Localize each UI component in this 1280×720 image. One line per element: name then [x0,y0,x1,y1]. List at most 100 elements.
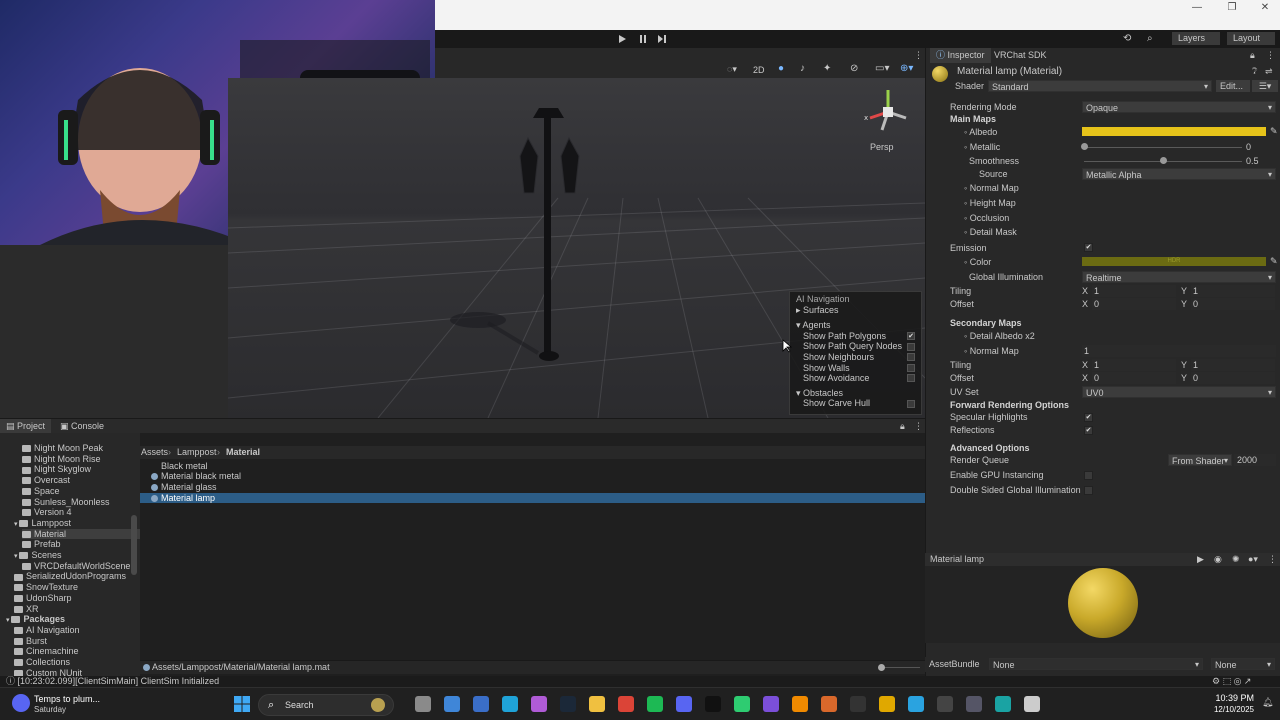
search-icon[interactable]: ⌕ [1147,33,1153,44]
orientation-gizmo[interactable]: x [860,84,916,140]
weather-title[interactable]: Temps to plum... [34,694,100,704]
tree-folder-item[interactable]: ▾ Scenes [14,550,140,561]
app-green-icon[interactable] [734,696,750,712]
tab-vrchat-sdk[interactable]: VRChat SDK [988,48,1053,63]
vrchat-icon[interactable] [966,696,982,712]
app-yellow-icon[interactable] [879,696,895,712]
taskbar-date[interactable]: 12/10/2025 [1200,705,1254,714]
visibility-icon[interactable]: ⊘ [850,63,858,74]
zoom-slider-track[interactable] [880,667,920,668]
windows-start-icon[interactable] [234,696,250,712]
perspective-label[interactable]: Persp [870,142,894,152]
smoothness-value[interactable]: 0.5 [1246,155,1259,167]
surfaces-section[interactable]: ▸ Surfaces [796,305,915,316]
layers-dropdown[interactable]: Layers [1172,32,1220,45]
discord-icon[interactable] [676,696,692,712]
show-avoidance-checkbox[interactable] [907,374,915,383]
breadcrumb-material[interactable]: Material [226,447,260,457]
spotify-icon[interactable] [647,696,663,712]
asset-list-item[interactable]: Material black metal [140,471,925,482]
tree-folder-item[interactable]: Night Skyglow [22,464,140,475]
tree-folder-item[interactable]: AI Navigation [14,625,140,636]
metallic-value[interactable]: 0 [1246,141,1251,153]
global-illumination-dropdown[interactable]: Realtime [1082,271,1276,284]
help-icon[interactable]: ❔︎ [1252,66,1257,77]
preview-light-icon[interactable]: ✺ [1232,554,1240,565]
preview-shape-icon[interactable]: ◉ [1214,554,1222,565]
tree-folder-item[interactable]: ▾ Lamppost [14,518,140,529]
app-teal-icon[interactable] [995,696,1011,712]
tiling-y-field[interactable]: 1 [1191,285,1275,297]
minimize-button[interactable]: — [1185,2,1209,14]
gamepad-icon[interactable] [473,696,489,712]
show-path-polygons-row[interactable]: Show Path Polygons ✔ [796,331,915,342]
unity-icon[interactable] [1024,696,1040,712]
shader-dropdown[interactable]: Standard [988,80,1212,93]
tree-folder-item[interactable]: Space [22,486,140,497]
project-lock-icon[interactable]: 🔒︎ [900,421,905,432]
secondary-normal-scale-field[interactable]: 1 [1082,345,1276,357]
asset-list-item[interactable]: Material glass [140,482,925,493]
assetbundle-variant-dropdown[interactable]: None [1211,658,1275,671]
tree-folder-item[interactable]: UdonSharp [14,593,140,604]
tiktok-icon[interactable] [705,696,721,712]
telegram-icon[interactable] [908,696,924,712]
tab-inspector[interactable]: ⓘ Inspector [930,48,991,63]
tree-folder-item[interactable]: Prefab [22,539,140,550]
zoom-slider-handle[interactable] [878,664,885,671]
pause-icon[interactable] [638,34,648,44]
tree-folder-item[interactable]: VRCDefaultWorldScene [22,561,140,572]
tree-scrollbar[interactable] [131,515,137,575]
offset-x-field[interactable]: 0 [1092,298,1176,310]
lighting-icon[interactable]: ● [778,63,784,74]
eyedropper-icon[interactable]: ✎ [1270,126,1278,137]
status-icons[interactable]: ⚙ ⬚ ◎ ↗ [1212,676,1251,687]
show-carve-hull-row[interactable]: Show Carve Hull [796,398,915,409]
preview-menu-icon[interactable]: ⋮ [1268,554,1277,565]
tree-folder-item[interactable]: Night Moon Peak [22,443,140,454]
assetbundle-dropdown[interactable]: None [989,658,1203,671]
render-queue-value[interactable]: 2000 [1234,454,1276,466]
tree-folder-item[interactable]: XR [14,604,140,615]
vlc-icon[interactable] [792,696,808,712]
tree-folder-item[interactable]: Burst [14,636,140,647]
status-message[interactable]: [10:23:02.099][ClientSimMain] ClientSim … [18,676,220,686]
ai-navigation-overlay[interactable]: AI Navigation ▸ Surfaces ▾ Agents Show P… [789,291,922,415]
emission-color-swatch[interactable]: HDR [1082,257,1266,266]
secondary-tiling-x-field[interactable]: 1 [1092,359,1176,371]
tree-folder-item[interactable]: Custom NUnit [14,668,140,676]
copilot-icon[interactable] [531,696,547,712]
show-carve-hull-checkbox[interactable] [907,399,915,408]
app-orange-icon[interactable] [821,696,837,712]
tree-folder-item[interactable]: ▾ Packages [6,614,140,625]
step-icon[interactable] [657,34,667,44]
history-icon[interactable]: ⟲ [1123,33,1131,44]
gpu-instancing-checkbox[interactable] [1084,471,1093,480]
secondary-offset-x-field[interactable]: 0 [1092,372,1176,384]
rendering-mode-dropdown[interactable]: Opaque [1082,101,1276,114]
taskbar-search-box[interactable]: ⌕ Search [258,694,394,716]
layout-dropdown[interactable]: Layout [1227,32,1275,45]
lock-icon[interactable]: 🔒︎ [1250,50,1255,61]
tree-folder-item[interactable]: SnowTexture [14,582,140,593]
project-menu-icon[interactable]: ⋮ [914,421,923,432]
source-dropdown[interactable]: Metallic Alpha [1082,168,1276,181]
obstacles-section[interactable]: ▾ Obstacles [796,388,915,399]
agents-section[interactable]: ▾ Agents [796,320,915,331]
show-path-query-nodes-row[interactable]: Show Path Query Nodes [796,341,915,352]
weather-icon[interactable] [12,694,30,712]
uv-set-dropdown[interactable]: UV0 [1082,386,1276,399]
emission-eyedropper-icon[interactable]: ✎ [1270,256,1278,267]
show-walls-row[interactable]: Show Walls [796,363,915,374]
gizmos-icon[interactable]: ⊕▾ [900,63,913,74]
albedo-color-swatch[interactable] [1082,127,1266,136]
smoothness-slider-handle[interactable] [1159,157,1167,164]
render-queue-dropdown[interactable]: From Shader [1168,454,1232,467]
audio-icon[interactable]: ♪ [800,63,805,74]
effects-icon[interactable]: ✦ [823,63,831,74]
show-walls-checkbox[interactable] [907,363,915,372]
shader-edit-button[interactable]: Edit... [1216,80,1250,92]
steam-icon[interactable] [560,696,576,712]
reflections-checkbox[interactable]: ✔ [1084,426,1093,435]
show-path-polygons-checkbox[interactable]: ✔ [907,332,915,341]
